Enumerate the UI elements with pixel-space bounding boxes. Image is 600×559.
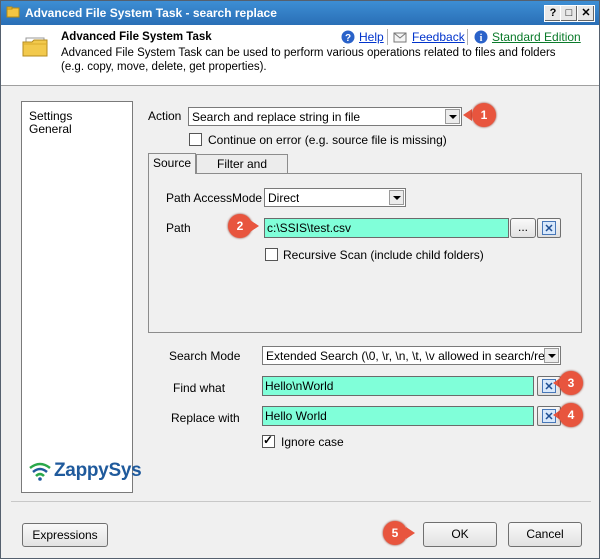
header-description: Advanced File System Task can be used to…	[61, 47, 556, 73]
dialog-window: Advanced File System Task - search repla…	[0, 0, 600, 559]
callout-pointer	[406, 527, 415, 539]
envelope-icon[interactable]	[393, 30, 407, 44]
svg-text:i: i	[480, 33, 483, 44]
replace-with-value: Hello World	[265, 409, 327, 423]
callout-pointer	[250, 220, 259, 232]
find-what-value: Hello\nWorld	[265, 379, 334, 393]
action-label: Action	[148, 109, 182, 123]
chevron-down-icon[interactable]	[445, 109, 460, 124]
callout-badge-5: 5	[383, 521, 407, 545]
expression-icon	[542, 221, 556, 235]
replace-with-label: Replace with	[171, 411, 240, 425]
folder-app-icon	[6, 6, 20, 18]
info-icon[interactable]: i	[474, 30, 488, 44]
continue-on-error-label: Continue on error (e.g. source file is m…	[208, 133, 447, 147]
footer-divider	[11, 501, 591, 502]
wifi-logo-icon	[29, 462, 51, 481]
link-divider	[387, 29, 388, 45]
path-expression-button[interactable]	[537, 218, 561, 238]
tab-source[interactable]: Source	[148, 153, 196, 174]
feedback-link[interactable]: Feedback	[412, 30, 465, 44]
checkmark-icon: ✓	[263, 433, 274, 447]
header-panel: Advanced File System Task Advanced File …	[1, 25, 599, 86]
callout-badge-1: 1	[472, 103, 496, 127]
help-icon[interactable]: ?	[341, 30, 355, 44]
maximize-button[interactable]: □	[560, 5, 578, 22]
title-bar[interactable]: Advanced File System Task - search repla…	[1, 1, 599, 25]
action-select[interactable]: Search and replace string in file	[188, 107, 462, 126]
recursive-scan-label: Recursive Scan (include child folders)	[283, 248, 484, 262]
logo-text: ZappySys	[54, 460, 142, 481]
expressions-button[interactable]: Expressions	[22, 523, 108, 547]
sidebar-item-general[interactable]: General	[29, 122, 72, 136]
recursive-scan-checkbox[interactable]	[265, 248, 278, 261]
close-button[interactable]: ✕	[577, 5, 595, 22]
path-access-mode-label: Path AccessMode	[166, 191, 263, 205]
path-input-value: c:\SSIS\test.csv	[267, 221, 352, 235]
path-input[interactable]: c:\SSIS\test.csv	[264, 218, 509, 238]
header-title: Advanced File System Task	[61, 31, 212, 43]
help-link[interactable]: Help	[359, 30, 384, 44]
find-what-label: Find what	[173, 381, 226, 395]
link-divider	[467, 29, 468, 45]
zappysys-logo: ZappySys	[28, 457, 142, 485]
search-mode-label: Search Mode	[169, 349, 241, 363]
sidebar-item-settings[interactable]: Settings	[29, 109, 72, 123]
ok-button[interactable]: OK	[423, 522, 497, 547]
path-access-mode-value: Direct	[268, 191, 300, 205]
search-mode-value: Extended Search (\0, \r, \n, \t, \v allo…	[266, 349, 544, 363]
window-title: Advanced File System Task - search repla…	[25, 6, 277, 20]
path-access-mode-select[interactable]: Direct	[264, 188, 406, 207]
settings-sidebar: Settings General ZappySys	[21, 101, 142, 493]
browse-button[interactable]: ...	[510, 218, 536, 238]
ignore-case-label: Ignore case	[281, 435, 344, 449]
callout-pointer	[463, 109, 472, 121]
path-label: Path	[166, 221, 191, 235]
edition-link[interactable]: Standard Edition	[492, 30, 581, 44]
callout-badge-3: 3	[559, 371, 583, 395]
folder-icon	[22, 37, 48, 57]
action-select-value: Search and replace string in file	[192, 110, 361, 124]
replace-with-input[interactable]: Hello World	[262, 406, 534, 426]
continue-on-error-checkbox[interactable]	[189, 133, 202, 146]
tab-filter-and-sorting[interactable]: Filter and Sorting	[196, 154, 288, 189]
ignore-case-checkbox[interactable]: ✓	[262, 433, 275, 448]
chevron-down-icon[interactable]	[389, 190, 404, 205]
chevron-down-icon[interactable]	[544, 348, 559, 363]
find-what-input[interactable]: Hello\nWorld	[262, 376, 534, 396]
cancel-button[interactable]: Cancel	[508, 522, 582, 547]
callout-badge-2: 2	[228, 214, 252, 238]
search-mode-select[interactable]: Extended Search (\0, \r, \n, \t, \v allo…	[262, 346, 561, 365]
svg-text:?: ?	[345, 33, 351, 44]
callout-badge-4: 4	[559, 403, 583, 427]
